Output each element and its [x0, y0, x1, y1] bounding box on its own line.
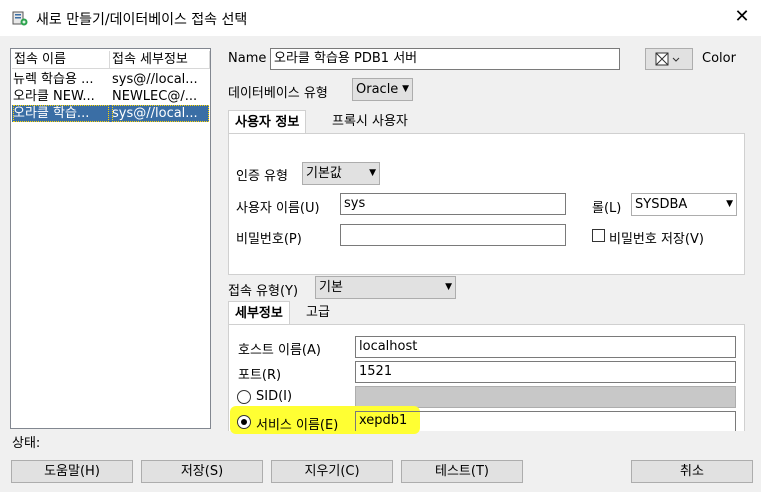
host-label: 호스트 이름(A): [238, 343, 321, 358]
conn-type-label: 접속 유형(Y): [228, 284, 299, 299]
color-swatch-icon: [655, 52, 680, 66]
clear-button[interactable]: 지우기(C): [271, 460, 393, 483]
window-title: 새로 만들기/데이터베이스 접속 선택: [36, 12, 248, 28]
username-label: 사용자 이름(U): [236, 201, 320, 216]
color-label: Color: [702, 51, 736, 66]
db-type-label: 데이터베이스 유형: [228, 86, 328, 101]
auth-type-value: 기본값: [306, 166, 342, 181]
role-label: 롤(L): [592, 201, 622, 216]
service-name-label: 서비스 이름(E): [256, 418, 339, 433]
tab-details[interactable]: 세부정보: [228, 301, 290, 325]
connection-details: sys@//local...: [112, 72, 198, 87]
status-label: 상태:: [12, 436, 41, 451]
tab-advanced[interactable]: 고급: [300, 301, 336, 325]
column-header-name[interactable]: 접속 이름: [12, 51, 110, 69]
close-icon[interactable]: ✕: [731, 6, 753, 28]
host-input[interactable]: localhost: [355, 336, 736, 358]
username-input[interactable]: sys: [340, 193, 566, 215]
chevron-down-icon: ▼: [445, 282, 452, 292]
role-value: SYSDBA: [635, 197, 688, 212]
auth-type-select[interactable]: 기본값 ▼: [302, 162, 380, 185]
service-name-input[interactable]: xepdb1: [355, 411, 736, 431]
port-label: 포트(R): [238, 368, 282, 383]
database-app-icon: [12, 11, 28, 26]
help-button[interactable]: 도움말(H): [11, 460, 133, 483]
connection-details: NEWLEC@/...: [112, 89, 198, 104]
connection-details: sys@//local...: [112, 105, 209, 122]
db-type-select[interactable]: Oracle ▼: [352, 78, 413, 101]
chevron-down-icon: ▼: [726, 199, 733, 209]
conn-type-value: 기본: [319, 280, 343, 295]
tab-user-info[interactable]: 사용자 정보: [228, 110, 307, 134]
db-type-value: Oracle: [356, 82, 399, 97]
column-header-details[interactable]: 접속 세부정보: [110, 51, 210, 69]
save-password-checkbox[interactable]: [592, 229, 605, 242]
sid-radio[interactable]: [237, 390, 251, 404]
save-password-label: 비밀번호 저장(V): [609, 232, 704, 247]
color-picker-button[interactable]: [645, 48, 693, 70]
connection-name: 오라클 NEW...: [13, 89, 95, 104]
service-name-radio[interactable]: [237, 415, 251, 429]
tab-proxy-user[interactable]: 프록시 사용자: [326, 110, 414, 134]
sid-label: SID(I): [256, 389, 293, 404]
chevron-down-icon: ▼: [369, 168, 376, 178]
list-item[interactable]: 뉴렉 학습용 ... sys@//local...: [12, 71, 209, 88]
chevron-down-icon: ▼: [402, 84, 409, 94]
role-select[interactable]: SYSDBA ▼: [631, 193, 737, 216]
connection-name: 뉴렉 학습용 ...: [13, 72, 94, 87]
test-button[interactable]: 테스트(T): [401, 460, 523, 483]
sid-input: [355, 386, 736, 408]
cancel-button[interactable]: 취소: [631, 460, 753, 483]
list-item-selected[interactable]: 오라클 학습... sys@//local...: [12, 105, 209, 122]
port-input[interactable]: 1521: [355, 361, 736, 383]
save-button[interactable]: 저장(S): [141, 460, 263, 483]
name-label: Name: [228, 51, 267, 66]
name-input[interactable]: 오라클 학습용 PDB1 서버: [270, 48, 620, 70]
list-item[interactable]: 오라클 NEW... NEWLEC@/...: [12, 88, 209, 105]
connection-name: 오라클 학습...: [13, 105, 109, 122]
conn-type-select[interactable]: 기본 ▼: [315, 276, 456, 299]
password-input[interactable]: [340, 224, 566, 246]
connection-list[interactable]: 접속 이름 접속 세부정보 뉴렉 학습용 ... sys@//local... …: [10, 48, 211, 429]
password-label: 비밀번호(P): [236, 232, 302, 247]
auth-type-label: 인증 유형: [236, 169, 288, 184]
